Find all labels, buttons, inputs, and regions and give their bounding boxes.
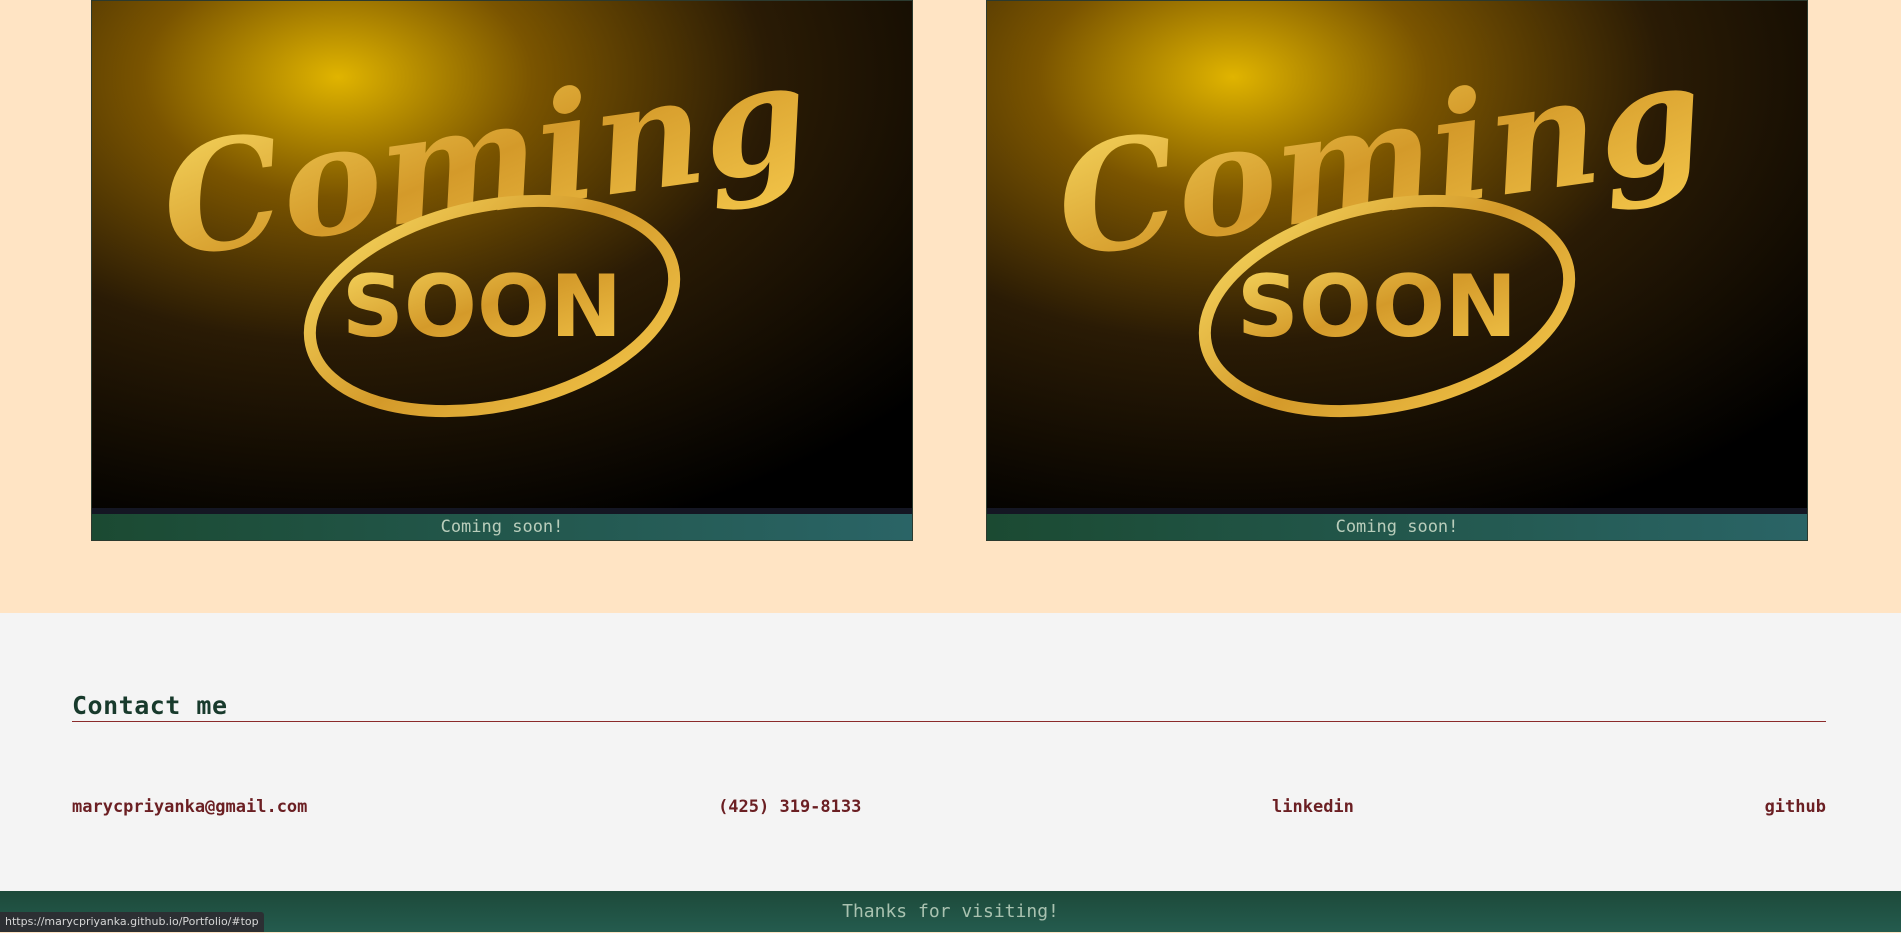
project-caption: Coming soon! — [987, 508, 1807, 540]
contact-divider — [72, 721, 1826, 722]
project-card[interactable]: Coming SOON Coming soon! — [91, 0, 913, 541]
coming-soon-image[interactable]: Coming SOON — [92, 1, 912, 508]
project-caption: Coming soon! — [92, 508, 912, 540]
contact-links: marycpriyanka@gmail.com (425) 319-8133 l… — [72, 795, 1826, 819]
coming-soon-image[interactable]: Coming SOON — [987, 1, 1807, 508]
projects-section: Coming SOON Coming soon! Coming SOON Com… — [0, 0, 1901, 613]
contact-section: Contact me marycpriyanka@gmail.com (425)… — [0, 613, 1901, 891]
contact-heading: Contact me — [72, 691, 228, 720]
github-link[interactable]: github — [1765, 797, 1826, 817]
project-card[interactable]: Coming SOON Coming soon! — [986, 0, 1808, 541]
linkedin-link[interactable]: linkedin — [1272, 797, 1354, 817]
soon-text: SOON — [1237, 257, 1517, 357]
email-link[interactable]: marycpriyanka@gmail.com — [72, 797, 307, 817]
phone-link[interactable]: (425) 319-8133 — [718, 797, 861, 817]
footer-text: Thanks for visiting! — [842, 901, 1059, 922]
soon-text: SOON — [342, 257, 622, 357]
footer: Thanks for visiting! — [0, 891, 1901, 932]
browser-status-url: https://marycpriyanka.github.io/Portfoli… — [0, 912, 264, 932]
